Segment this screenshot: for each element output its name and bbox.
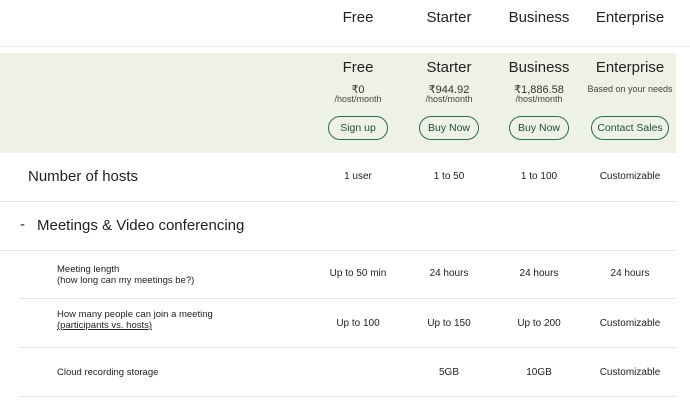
hosts-enterprise: Customizable bbox=[599, 171, 661, 182]
plan-unit-starter: /host/month bbox=[425, 94, 473, 104]
plan-name-enterprise: Enterprise bbox=[595, 59, 665, 76]
header-plan-starter: Starter bbox=[426, 9, 472, 26]
meeting-length-business: 24 hours bbox=[519, 268, 559, 279]
feature-title: Cloud recording storage bbox=[57, 367, 159, 378]
header-plan-free: Free bbox=[342, 9, 374, 26]
header-plan-enterprise: Enterprise bbox=[595, 9, 665, 26]
participants-starter: Up to 150 bbox=[427, 318, 471, 329]
hosts-business: 1 to 100 bbox=[520, 171, 558, 182]
row-divider bbox=[0, 201, 676, 202]
buy-now-business-button[interactable]: Buy Now bbox=[509, 116, 569, 140]
hosts-label: Number of hosts bbox=[28, 168, 139, 185]
cloud-storage-business: 10GB bbox=[526, 367, 552, 378]
header-divider bbox=[0, 46, 690, 47]
row-divider bbox=[19, 347, 676, 348]
feature-subtitle: (how long can my meetings be?) bbox=[57, 275, 195, 286]
plan-note-enterprise: Based on your needs bbox=[587, 84, 673, 94]
cloud-storage-starter: 5GB bbox=[438, 367, 459, 378]
meeting-length-enterprise: 24 hours bbox=[610, 268, 650, 279]
contact-sales-button[interactable]: Contact Sales bbox=[591, 116, 669, 140]
feature-label-cloud-storage: Cloud recording storage bbox=[57, 367, 158, 378]
row-divider bbox=[19, 396, 676, 397]
row-divider bbox=[19, 298, 676, 299]
feature-label-participants: How many people can join a meeting (part… bbox=[57, 309, 213, 331]
feature-label-meeting-length: Meeting length (how long can my meetings… bbox=[57, 264, 194, 286]
header-plan-business: Business bbox=[508, 9, 570, 26]
buy-now-starter-button[interactable]: Buy Now bbox=[419, 116, 479, 140]
plan-name-starter: Starter bbox=[426, 59, 472, 76]
row-divider bbox=[0, 250, 676, 251]
plan-name-free: Free bbox=[342, 59, 374, 76]
collapse-toggle[interactable]: - bbox=[20, 216, 25, 233]
participants-enterprise: Customizable bbox=[599, 318, 661, 329]
participants-free: Up to 100 bbox=[336, 318, 380, 329]
hosts-starter: 1 to 50 bbox=[433, 171, 465, 182]
plan-header-row: Free Starter Business Enterprise bbox=[0, 0, 690, 46]
participants-business: Up to 200 bbox=[517, 318, 561, 329]
feature-title: How many people can join a meeting bbox=[57, 309, 213, 320]
plan-unit-free: /host/month bbox=[334, 94, 382, 104]
cloud-storage-enterprise: Customizable bbox=[599, 367, 661, 378]
plan-unit-business: /host/month bbox=[515, 94, 563, 104]
plan-pricing-band: Free ₹0 /host/month Sign up Starter ₹944… bbox=[0, 53, 676, 153]
meeting-length-free: Up to 50 min bbox=[329, 268, 387, 279]
feature-title: Meeting length bbox=[57, 264, 120, 275]
section-title[interactable]: Meetings & Video conferencing bbox=[37, 217, 244, 234]
sign-up-button[interactable]: Sign up bbox=[328, 116, 388, 140]
hosts-free: 1 user bbox=[344, 171, 372, 182]
plan-name-business: Business bbox=[508, 59, 570, 76]
meeting-length-starter: 24 hours bbox=[429, 268, 469, 279]
participants-vs-hosts-link[interactable]: (participants vs. hosts) bbox=[57, 320, 152, 331]
